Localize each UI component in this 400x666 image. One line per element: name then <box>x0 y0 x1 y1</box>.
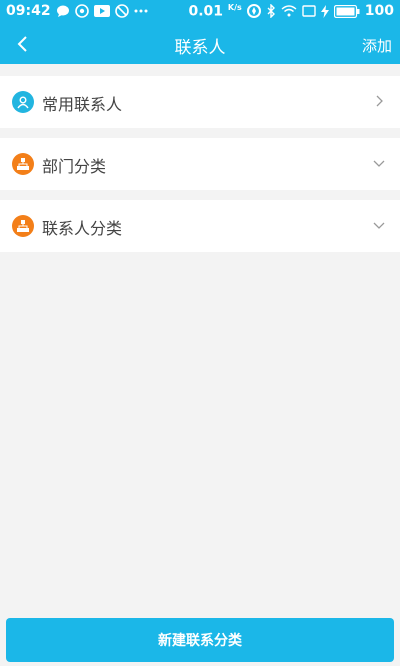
person-icon <box>12 91 34 113</box>
new-category-button[interactable]: 新建联系分类 <box>6 618 394 662</box>
message-icon <box>56 4 70 18</box>
section-frequent-contacts[interactable]: 常用联系人 <box>0 76 400 128</box>
navigation-bar: 联系人 添加 <box>0 24 400 64</box>
top-bar: 09:42 0.01 K/s 100 联系人 添加 <box>0 0 400 64</box>
chevron-right-icon <box>376 95 383 107</box>
do-not-disturb-icon <box>114 4 129 18</box>
section-label: 部门分类 <box>42 157 107 176</box>
org-chart-icon <box>12 215 34 237</box>
more-dots-icon <box>134 9 148 13</box>
add-button[interactable]: 添加 <box>362 35 392 56</box>
page-title: 联系人 <box>174 38 226 58</box>
battery-level: 100 <box>364 3 394 20</box>
org-chart-icon <box>12 153 34 175</box>
video-icon <box>93 5 110 17</box>
section-label: 联系人分类 <box>42 219 123 238</box>
section-label: 常用联系人 <box>42 95 123 114</box>
section-contact-categories[interactable]: 联系人分类 <box>0 200 400 252</box>
status-time: 09:42 <box>6 3 51 19</box>
bluetooth-icon <box>266 4 276 19</box>
chevron-down-icon <box>373 160 385 167</box>
data-saver-icon <box>246 4 261 19</box>
section-department-categories[interactable]: 部门分类 <box>0 138 400 190</box>
screen-icon <box>302 5 316 18</box>
status-bar: 09:42 0.01 K/s 100 <box>0 0 400 24</box>
charging-icon <box>320 4 329 18</box>
chevron-down-icon <box>373 222 385 229</box>
net-speed: 0.01 K/s <box>188 3 242 20</box>
battery-icon <box>333 4 360 18</box>
app-notification-icon <box>74 4 89 18</box>
wifi-icon <box>281 5 297 17</box>
